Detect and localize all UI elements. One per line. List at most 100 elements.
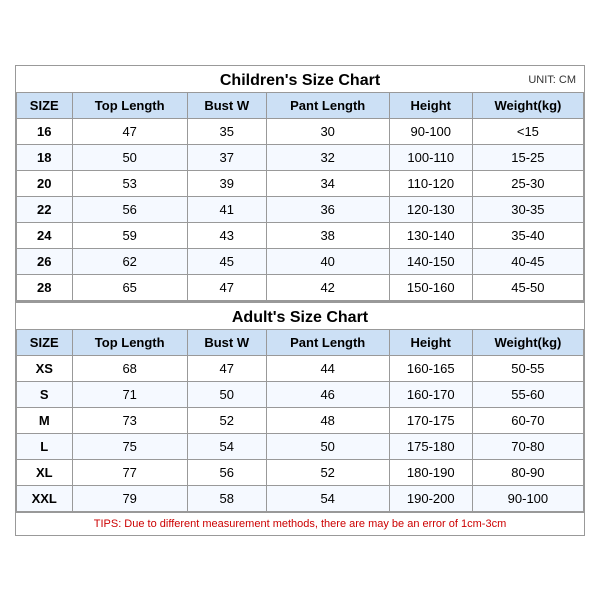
table-cell: 100-110 (389, 144, 472, 170)
table-cell: 50 (266, 433, 389, 459)
children-size-table: SIZE Top Length Bust W Pant Length Heigh… (16, 92, 584, 301)
table-cell: 46 (266, 381, 389, 407)
adults-header-row: SIZE Top Length Bust W Pant Length Heigh… (17, 329, 584, 355)
table-cell: 52 (266, 459, 389, 485)
table-cell: 71 (72, 381, 187, 407)
table-cell: 79 (72, 485, 187, 511)
table-row: L755450175-18070-80 (17, 433, 584, 459)
table-row: 22564136120-13030-35 (17, 196, 584, 222)
adult-col-pant-length: Pant Length (266, 329, 389, 355)
table-cell: 40-45 (472, 248, 583, 274)
table-cell: 35-40 (472, 222, 583, 248)
table-row: S715046160-17055-60 (17, 381, 584, 407)
table-cell: 180-190 (389, 459, 472, 485)
table-cell: 16 (17, 118, 73, 144)
children-section-title: Children's Size Chart UNIT: CM (16, 66, 584, 92)
adults-size-table: SIZE Top Length Bust W Pant Length Heigh… (16, 329, 584, 512)
adults-section-title: Adult's Size Chart (16, 301, 584, 329)
table-cell: 35 (187, 118, 266, 144)
table-cell: 47 (72, 118, 187, 144)
table-cell: 50 (72, 144, 187, 170)
table-row: XXL795854190-20090-100 (17, 485, 584, 511)
adults-title-text: Adult's Size Chart (232, 309, 368, 326)
table-cell: 90-100 (389, 118, 472, 144)
table-cell: 170-175 (389, 407, 472, 433)
col-bust-w: Bust W (187, 92, 266, 118)
adult-col-height: Height (389, 329, 472, 355)
table-row: 24594338130-14035-40 (17, 222, 584, 248)
table-cell: 44 (266, 355, 389, 381)
col-top-length: Top Length (72, 92, 187, 118)
unit-label: UNIT: CM (528, 74, 576, 86)
table-row: 20533934110-12025-30 (17, 170, 584, 196)
table-cell: 130-140 (389, 222, 472, 248)
table-cell: 140-150 (389, 248, 472, 274)
table-cell: 50 (187, 381, 266, 407)
table-cell: 36 (266, 196, 389, 222)
table-cell: 90-100 (472, 485, 583, 511)
col-pant-length: Pant Length (266, 92, 389, 118)
table-cell: <15 (472, 118, 583, 144)
table-cell: 150-160 (389, 274, 472, 300)
table-cell: 30 (266, 118, 389, 144)
table-cell: XL (17, 459, 73, 485)
children-title-text: Children's Size Chart (220, 72, 380, 89)
table-cell: 75 (72, 433, 187, 459)
table-cell: 73 (72, 407, 187, 433)
size-chart-container: Children's Size Chart UNIT: CM SIZE Top … (15, 65, 585, 536)
table-cell: 40 (266, 248, 389, 274)
table-cell: 45-50 (472, 274, 583, 300)
table-cell: 52 (187, 407, 266, 433)
table-cell: 26 (17, 248, 73, 274)
col-size: SIZE (17, 92, 73, 118)
table-cell: 65 (72, 274, 187, 300)
table-cell: 37 (187, 144, 266, 170)
table-cell: 80-90 (472, 459, 583, 485)
table-cell: 160-170 (389, 381, 472, 407)
table-cell: 60-70 (472, 407, 583, 433)
table-row: XS684744160-16550-55 (17, 355, 584, 381)
table-cell: 110-120 (389, 170, 472, 196)
adult-col-top-length: Top Length (72, 329, 187, 355)
table-cell: 39 (187, 170, 266, 196)
adult-col-size: SIZE (17, 329, 73, 355)
table-row: 28654742150-16045-50 (17, 274, 584, 300)
table-cell: 45 (187, 248, 266, 274)
table-cell: 53 (72, 170, 187, 196)
table-cell: 58 (187, 485, 266, 511)
table-cell: 54 (187, 433, 266, 459)
children-table-body: 1647353090-100<1518503732100-11015-25205… (17, 118, 584, 300)
children-header-row: SIZE Top Length Bust W Pant Length Heigh… (17, 92, 584, 118)
table-cell: 28 (17, 274, 73, 300)
table-cell: 25-30 (472, 170, 583, 196)
table-cell: 68 (72, 355, 187, 381)
table-cell: 32 (266, 144, 389, 170)
table-cell: 56 (72, 196, 187, 222)
table-cell: 43 (187, 222, 266, 248)
adults-table-body: XS684744160-16550-55S715046160-17055-60M… (17, 355, 584, 511)
table-cell: 50-55 (472, 355, 583, 381)
table-row: M735248170-17560-70 (17, 407, 584, 433)
table-cell: 120-130 (389, 196, 472, 222)
col-weight: Weight(kg) (472, 92, 583, 118)
table-cell: 22 (17, 196, 73, 222)
table-cell: XXL (17, 485, 73, 511)
table-cell: 62 (72, 248, 187, 274)
table-cell: 70-80 (472, 433, 583, 459)
table-row: XL775652180-19080-90 (17, 459, 584, 485)
table-cell: 42 (266, 274, 389, 300)
table-cell: XS (17, 355, 73, 381)
table-cell: 175-180 (389, 433, 472, 459)
table-cell: S (17, 381, 73, 407)
table-row: 1647353090-100<15 (17, 118, 584, 144)
table-cell: 47 (187, 274, 266, 300)
table-cell: 30-35 (472, 196, 583, 222)
table-cell: 47 (187, 355, 266, 381)
table-cell: 77 (72, 459, 187, 485)
table-cell: L (17, 433, 73, 459)
col-height: Height (389, 92, 472, 118)
table-cell: 34 (266, 170, 389, 196)
table-cell: 55-60 (472, 381, 583, 407)
table-cell: 38 (266, 222, 389, 248)
table-cell: 54 (266, 485, 389, 511)
